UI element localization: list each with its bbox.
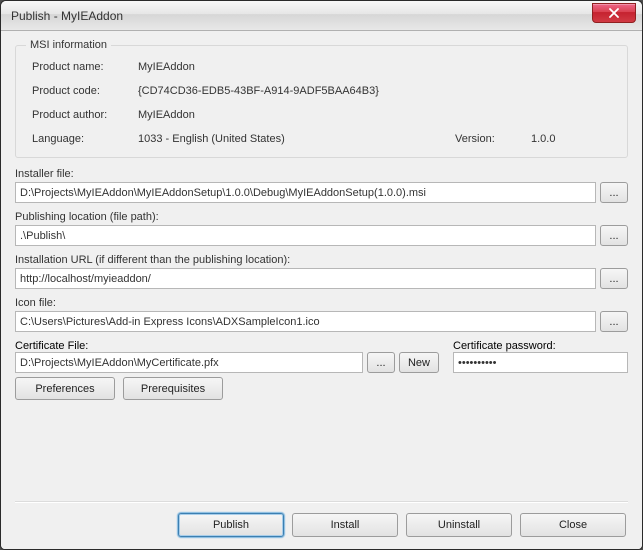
- certificate-password-input[interactable]: [453, 352, 628, 373]
- prerequisites-button[interactable]: Prerequisites: [123, 377, 223, 400]
- msi-legend: MSI information: [26, 39, 111, 51]
- installer-file-row: Installer file: ...: [15, 168, 628, 203]
- publish-button[interactable]: Publish: [178, 513, 284, 537]
- uninstall-button[interactable]: Uninstall: [406, 513, 512, 537]
- publishing-location-label: Publishing location (file path):: [15, 211, 628, 223]
- product-code-value: {CD74CD36-EDB5-43BF-A914-9ADF5BAA64B3}: [138, 85, 611, 97]
- icon-file-browse-button[interactable]: ...: [600, 311, 628, 332]
- product-name-label: Product name:: [32, 61, 132, 73]
- publishing-location-input[interactable]: [15, 225, 596, 246]
- install-url-input[interactable]: [15, 268, 596, 289]
- certificate-browse-button[interactable]: ...: [367, 352, 395, 373]
- mid-buttons-row: Preferences Prerequisites: [15, 377, 628, 400]
- install-url-label: Installation URL (if different than the …: [15, 254, 628, 266]
- language-value: 1033 - English (United States): [138, 133, 449, 145]
- icon-file-input[interactable]: [15, 311, 596, 332]
- close-icon[interactable]: [592, 3, 636, 23]
- bottom-button-bar: Publish Install Uninstall Close: [15, 513, 628, 539]
- product-author-label: Product author:: [32, 109, 132, 121]
- installer-file-input[interactable]: [15, 182, 596, 203]
- msi-information-group: MSI information Product name: MyIEAddon …: [15, 39, 628, 158]
- publishing-location-row: Publishing location (file path): ...: [15, 211, 628, 246]
- install-url-browse-button[interactable]: ...: [600, 268, 628, 289]
- installer-file-label: Installer file:: [15, 168, 628, 180]
- certificate-new-button[interactable]: New: [399, 352, 439, 373]
- icon-file-label: Icon file:: [15, 297, 628, 309]
- product-name-value: MyIEAddon: [138, 61, 611, 73]
- product-author-value: MyIEAddon: [138, 109, 611, 121]
- version-label: Version:: [455, 133, 525, 145]
- divider: [15, 501, 628, 503]
- client-area: MSI information Product name: MyIEAddon …: [1, 31, 642, 549]
- certificate-row: Certificate File: ... New Certificate pa…: [15, 340, 628, 373]
- language-label: Language:: [32, 133, 132, 145]
- publish-dialog: Publish - MyIEAddon MSI information Prod…: [0, 0, 643, 550]
- certificate-password-label: Certificate password:: [453, 340, 628, 352]
- certificate-file-input[interactable]: [15, 352, 363, 373]
- installer-browse-button[interactable]: ...: [600, 182, 628, 203]
- preferences-button[interactable]: Preferences: [15, 377, 115, 400]
- version-value: 1.0.0: [531, 133, 611, 145]
- certificate-file-label: Certificate File:: [15, 340, 439, 352]
- window-title: Publish - MyIEAddon: [11, 9, 592, 23]
- install-url-row: Installation URL (if different than the …: [15, 254, 628, 289]
- msi-grid: Product name: MyIEAddon Product code: {C…: [26, 57, 617, 147]
- install-button[interactable]: Install: [292, 513, 398, 537]
- publishing-browse-button[interactable]: ...: [600, 225, 628, 246]
- titlebar[interactable]: Publish - MyIEAddon: [1, 1, 642, 31]
- product-code-label: Product code:: [32, 85, 132, 97]
- close-button[interactable]: Close: [520, 513, 626, 537]
- icon-file-row: Icon file: ...: [15, 297, 628, 332]
